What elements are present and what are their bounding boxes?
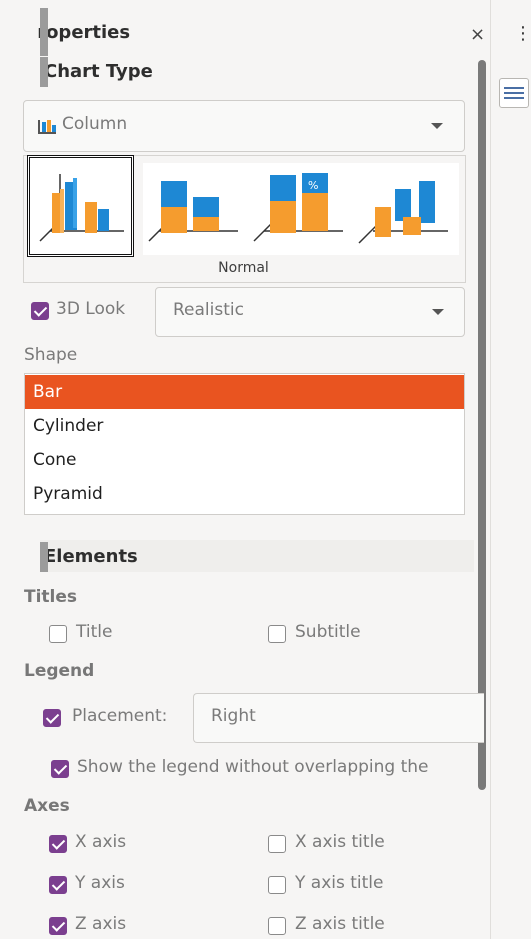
placement-value: Right <box>211 706 256 726</box>
variant-deep-thumb[interactable] <box>353 163 459 255</box>
shape-option-cone[interactable]: Cone <box>25 443 464 477</box>
3d-look-checkbox[interactable] <box>31 302 49 320</box>
3d-look-dropdown[interactable]: Realistic <box>155 287 465 337</box>
axes-group-label: Axes <box>24 796 70 816</box>
3d-look-label: 3D Look <box>56 299 126 319</box>
elements-title: Elements <box>48 546 138 567</box>
svg-text:%: % <box>308 179 318 192</box>
titles-group-label: Titles <box>24 587 78 607</box>
x-axis-title-label: X axis title <box>295 832 385 852</box>
variant-label: Normal <box>218 260 269 276</box>
elements-grip <box>40 542 48 572</box>
panel-title: Properties <box>38 22 148 46</box>
properties-tab-icon[interactable] <box>499 78 529 108</box>
chart-type-dropdown[interactable]: Column <box>23 100 465 152</box>
3d-look-value: Realistic <box>173 300 244 320</box>
subtitle-label: Subtitle <box>295 622 361 642</box>
x-axis-title-checkbox[interactable] <box>268 835 286 853</box>
title-checkbox[interactable] <box>49 625 67 643</box>
chart-type-grip <box>40 57 48 87</box>
variant-normal-thumb[interactable] <box>27 155 134 257</box>
x-axis-label: X axis <box>75 832 127 852</box>
no-overlap-label: Show the legend without overlapping the <box>77 757 429 777</box>
chart-type-title: Chart Type <box>48 61 153 82</box>
legend-group-label: Legend <box>24 661 95 681</box>
variant-percent-stacked-thumb[interactable]: % <box>248 163 354 255</box>
z-axis-label: Z axis <box>75 914 127 934</box>
y-axis-label: Y axis <box>75 873 125 893</box>
z-axis-title-label: Z axis title <box>295 914 385 934</box>
shape-option-bar[interactable]: Bar <box>25 375 464 409</box>
shape-option-cylinder[interactable]: Cylinder <box>25 409 464 443</box>
close-icon[interactable]: × <box>470 24 485 45</box>
sidebar-tab-strip <box>490 0 531 939</box>
placement-checkbox[interactable] <box>43 709 61 727</box>
y-axis-title-label: Y axis title <box>295 873 384 893</box>
x-axis-checkbox[interactable] <box>49 835 67 853</box>
chevron-down-icon <box>432 309 444 315</box>
variant-stacked-thumb[interactable] <box>143 163 249 255</box>
placement-dropdown[interactable]: Right <box>193 693 484 743</box>
sidebar-menu-icon[interactable]: ⋮ <box>514 23 531 44</box>
title-label: Title <box>76 622 113 642</box>
chart-type-value: Column <box>62 114 128 134</box>
shape-label: Shape <box>24 345 78 365</box>
shape-option-pyramid[interactable]: Pyramid <box>25 477 464 511</box>
header-grip-overlay <box>40 8 48 60</box>
z-axis-checkbox[interactable] <box>49 917 67 935</box>
placement-label: Placement: <box>72 706 168 726</box>
column-chart-icon <box>38 118 56 134</box>
y-axis-checkbox[interactable] <box>49 876 67 894</box>
z-axis-title-checkbox[interactable] <box>268 917 286 935</box>
scrollbar-thumb[interactable] <box>478 60 486 790</box>
y-axis-title-checkbox[interactable] <box>268 876 286 894</box>
shape-listbox[interactable]: Bar Cylinder Cone Pyramid <box>24 373 465 515</box>
subtitle-checkbox[interactable] <box>268 625 286 643</box>
chevron-down-icon <box>431 123 443 129</box>
no-overlap-checkbox[interactable] <box>51 760 69 778</box>
